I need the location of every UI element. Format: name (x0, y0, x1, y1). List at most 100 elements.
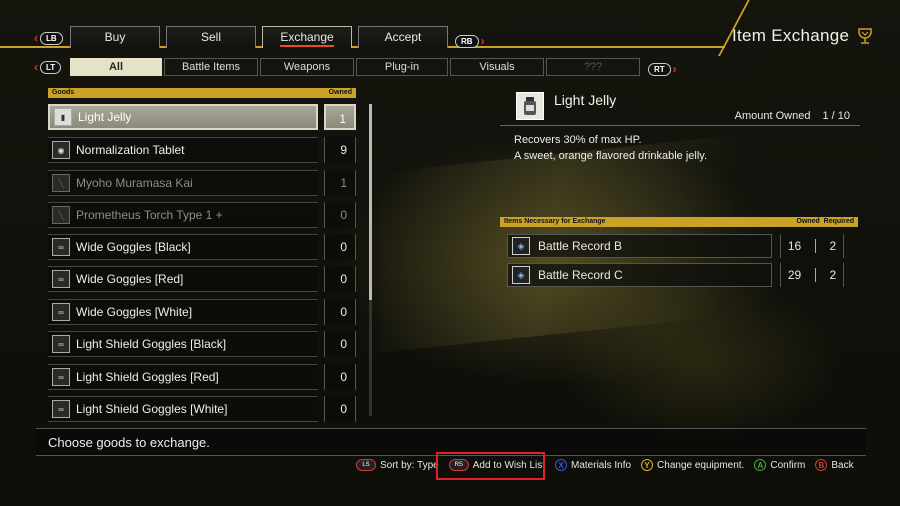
hint-back-label: Back (831, 459, 854, 471)
subtab-all[interactable]: All (70, 58, 162, 76)
divider (814, 239, 816, 253)
lb-button-icon: LB (40, 31, 63, 45)
requirement-name: Battle Record B (538, 239, 623, 253)
sword-icon: ╲ (52, 174, 70, 192)
item-name: Wide Goggles [Red] (76, 272, 184, 286)
requirement-required: 2 (829, 239, 837, 253)
item-owned: 0 (324, 364, 356, 390)
req-required-column-header: Required (823, 218, 854, 225)
goods-column-header: Goods (52, 89, 75, 96)
tab-accept[interactable]: Accept (358, 26, 448, 48)
owned-column-header: Owned (328, 89, 352, 96)
rb-hint[interactable]: RB › (455, 34, 485, 48)
item-name: Wide Goggles [White] (76, 305, 193, 319)
list-item[interactable]: ∞ Light Shield Goggles [Black] (48, 331, 318, 357)
amount-owned: Amount Owned 1 / 10 (735, 110, 850, 122)
list-scrollbar-thumb[interactable] (369, 104, 372, 300)
page-title-text: Item Exchange (732, 26, 850, 45)
lt-hint[interactable]: ‹ LT (34, 60, 62, 74)
jelly-jar-icon (516, 92, 544, 120)
left-stick-icon: LS (356, 459, 376, 471)
rt-hint[interactable]: RT › (648, 62, 677, 76)
list-item[interactable]: ∞ Wide Goggles [White] (48, 299, 318, 325)
tab-sell[interactable]: Sell (166, 26, 256, 48)
item-owned: 0 (324, 331, 356, 357)
list-item[interactable]: ╲ Prometheus Torch Type 1 + (48, 202, 318, 228)
item-description-line: A sweet, orange flavored drinkable jelly… (514, 150, 708, 162)
item-owned: 0 (324, 202, 356, 228)
tab-buy-label: Buy (104, 30, 126, 44)
tab-buy[interactable]: Buy (70, 26, 160, 48)
y-button-icon: Y (641, 459, 654, 471)
goggles-icon: ∞ (52, 303, 70, 321)
hint-confirm[interactable]: A Confirm (754, 459, 805, 471)
item-owned: 0 (324, 234, 356, 260)
item-name: Wide Goggles [Black] (76, 240, 191, 254)
requirement-counts: 29 2 (780, 263, 844, 287)
battle-record-icon: ◈ (512, 237, 530, 255)
battle-record-icon: ◈ (512, 266, 530, 284)
item-owned: 0 (324, 299, 356, 325)
subtab-weapons[interactable]: Weapons (260, 58, 354, 76)
list-item[interactable]: ╲ Myoho Muramasa Kai (48, 170, 318, 196)
requirement-required: 2 (829, 268, 837, 282)
divider (814, 268, 816, 282)
item-name: Light Shield Goggles [Red] (76, 370, 219, 384)
requirement-item[interactable]: ◈ Battle Record B (507, 234, 772, 258)
list-item[interactable]: ◉ Normalization Tablet (48, 137, 318, 163)
tab-exchange[interactable]: Exchange (262, 26, 352, 48)
item-name: Normalization Tablet (76, 143, 185, 157)
hint-confirm-label: Confirm (770, 459, 806, 471)
requirement-owned: 29 (787, 268, 802, 282)
goggles-icon: ∞ (52, 238, 70, 256)
subtab-battle-items[interactable]: Battle Items (164, 58, 258, 76)
item-name: Myoho Muramasa Kai (76, 176, 193, 190)
requirements-columns: Owned Required (796, 217, 854, 227)
item-name: Light Shield Goggles [White] (76, 402, 228, 416)
b-button-icon: B (815, 459, 828, 471)
lb-hint[interactable]: ‹ LB (34, 31, 63, 45)
item-owned: 1 (324, 104, 356, 130)
subtab-visuals[interactable]: Visuals (450, 58, 544, 76)
rb-button-icon: RB (455, 34, 479, 48)
list-item[interactable]: ▮ Light Jelly (48, 104, 318, 130)
subtab-plug-in[interactable]: Plug-in (356, 58, 448, 76)
hint-materials-info[interactable]: X Materials Info (555, 459, 631, 471)
help-message: Choose goods to exchange. (48, 435, 210, 450)
item-description: Recovers 30% of max HP. A sweet, orange … (514, 132, 707, 164)
wish-list-highlight-box (436, 452, 545, 480)
hint-change-equipment-label: Change equipment. (657, 459, 745, 471)
list-item[interactable]: ∞ Light Shield Goggles [White] (48, 396, 318, 422)
requirement-item[interactable]: ◈ Battle Record C (507, 263, 772, 287)
amount-owned-value: 1 / 10 (822, 110, 850, 122)
button-hints-bar: LS Sort by: Type RS Add to Wish List X M… (356, 459, 854, 471)
hint-back[interactable]: B Back (815, 459, 854, 471)
hint-change-equipment[interactable]: Y Change equipment. (641, 459, 744, 471)
tab-accept-label: Accept (384, 30, 422, 44)
item-name: Light Jelly (78, 110, 132, 124)
hint-sort[interactable]: LS Sort by: Type (356, 459, 439, 471)
subtab-unknown: ??? (546, 58, 640, 76)
sword-icon: ╲ (52, 206, 70, 224)
item-owned: 0 (324, 396, 356, 422)
req-owned-column-header: Owned (796, 218, 820, 225)
list-item[interactable]: ∞ Light Shield Goggles [Red] (48, 364, 318, 390)
left-arrow-icon: ‹ (34, 31, 38, 45)
amount-owned-label: Amount Owned (734, 110, 811, 122)
x-button-icon: X (555, 459, 568, 471)
list-item[interactable]: ∞ Wide Goggles [Red] (48, 266, 318, 292)
goggles-icon: ∞ (52, 270, 70, 288)
requirement-name: Battle Record C (538, 268, 623, 282)
requirement-owned: 16 (787, 239, 802, 253)
requirements-title: Items Necessary for Exchange (504, 218, 606, 225)
item-owned: 0 (324, 266, 356, 292)
requirement-counts: 16 2 (780, 234, 844, 258)
item-name: Prometheus Torch Type 1 + (76, 208, 223, 222)
item-owned: 9 (324, 137, 356, 163)
exchange-trophy-icon (858, 28, 873, 44)
list-item[interactable]: ∞ Wide Goggles [Black] (48, 234, 318, 260)
right-arrow-icon: › (480, 34, 485, 48)
page-title: Item Exchange (732, 26, 875, 46)
item-detail-name: Light Jelly (554, 92, 617, 108)
item-description-line: Recovers 30% of max HP. (514, 134, 642, 146)
